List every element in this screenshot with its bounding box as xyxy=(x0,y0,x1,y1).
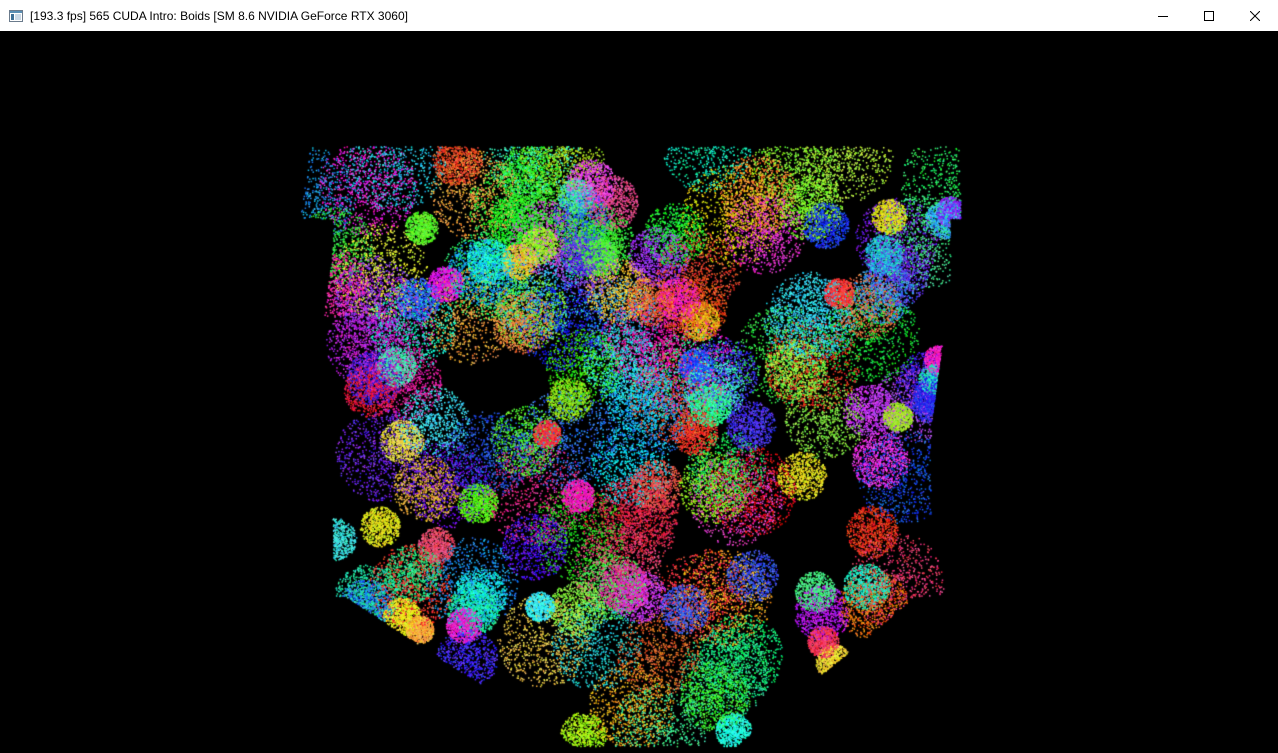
minimize-button[interactable] xyxy=(1140,0,1186,31)
render-viewport[interactable] xyxy=(0,31,1278,753)
boids-point-cloud[interactable] xyxy=(0,31,1278,753)
window-title: [193.3 fps] 565 CUDA Intro: Boids [SM 8.… xyxy=(30,8,408,23)
close-button[interactable] xyxy=(1232,0,1278,31)
maximize-icon xyxy=(1204,10,1214,21)
app-window-icon xyxy=(8,8,24,24)
title-bar[interactable]: [193.3 fps] 565 CUDA Intro: Boids [SM 8.… xyxy=(0,0,1278,31)
close-icon xyxy=(1250,10,1260,21)
minimize-icon xyxy=(1158,11,1168,21)
window-controls xyxy=(1140,0,1278,31)
maximize-button[interactable] xyxy=(1186,0,1232,31)
boids-app-window: [193.3 fps] 565 CUDA Intro: Boids [SM 8.… xyxy=(0,0,1278,753)
